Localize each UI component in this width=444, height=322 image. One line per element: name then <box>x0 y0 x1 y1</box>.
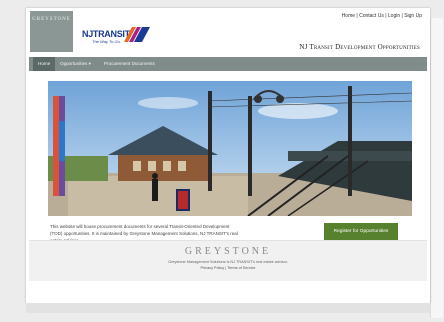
nj-transit-logo-text: NJTRANSIT <box>82 29 130 39</box>
top-links[interactable]: Home | Contact Us | Login | Sign Up <box>342 13 422 19</box>
nj-transit-swoosh-icon <box>124 27 150 42</box>
nav-home[interactable]: Home <box>33 57 56 71</box>
footer-description: Greystone Management Solutions is NJ TRA… <box>168 260 288 264</box>
hero-image <box>48 81 412 216</box>
browser-page: GREYSTONE NJTRANSIT The Way To Go. Home … <box>26 8 430 303</box>
nav-opportunities-label: Opportunities <box>60 61 88 66</box>
nav-opportunities[interactable]: Opportunities ▾ <box>55 57 96 71</box>
site-title: NJ Transit Development Opportunities <box>299 43 420 51</box>
nav-procurement-documents[interactable]: Procurement Documents <box>99 57 160 71</box>
register-button[interactable]: Register for Opportunities <box>324 223 398 240</box>
bottom-strip <box>26 303 430 313</box>
train-station-photo <box>48 81 412 216</box>
window-scrollbar[interactable] <box>430 18 443 318</box>
footer: GREYSTONE Greystone Management Solutions… <box>29 240 427 281</box>
nj-transit-tagline: The Way To Go. <box>92 39 121 44</box>
footer-links[interactable]: Privacy Policy | Terms of Service <box>29 266 427 270</box>
caret-down-icon: ▾ <box>88 61 91 66</box>
greystone-logo-text: GREYSTONE <box>32 17 71 22</box>
main-navbar: Home Opportunities ▾ Procurement Documen… <box>29 57 427 71</box>
footer-brand: GREYSTONE <box>184 246 272 257</box>
greystone-logo[interactable]: GREYSTONE <box>30 11 73 52</box>
